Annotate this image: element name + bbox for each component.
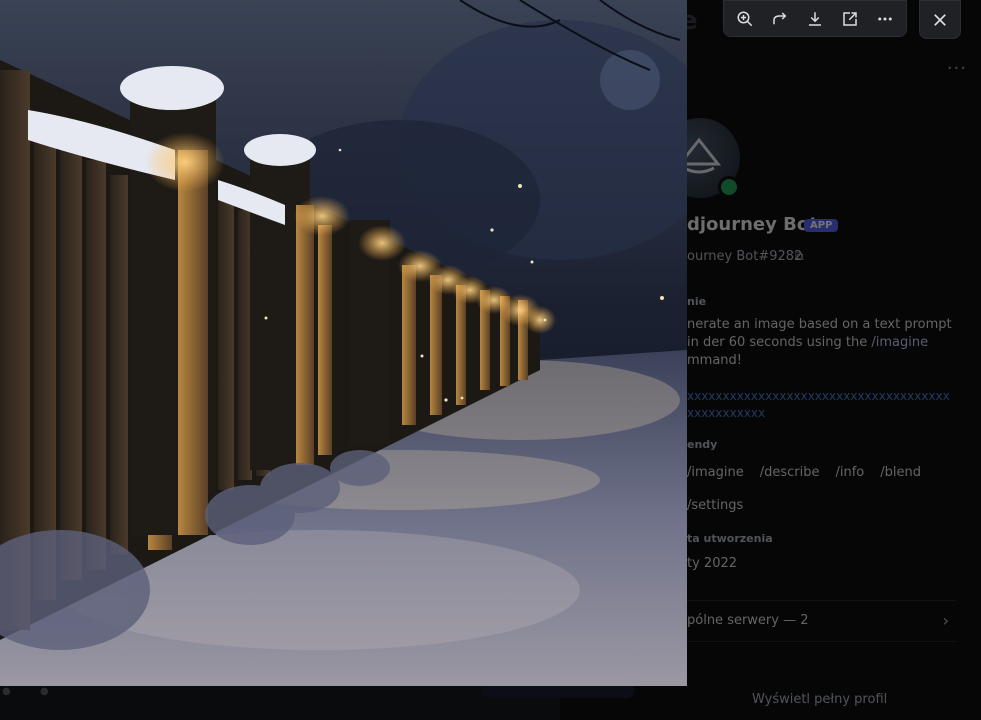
profile-more-icon: ··· xyxy=(946,58,967,79)
command-chip-imagine[interactable]: /imagine xyxy=(687,465,744,480)
profile-description: nerate an image based on a text prompt i… xyxy=(687,316,957,370)
add-icon: ● xyxy=(2,686,11,697)
mutual-servers-row[interactable]: pólne serwery — 2 › xyxy=(687,600,957,642)
image-toolbar xyxy=(723,0,907,37)
download-icon xyxy=(808,11,821,26)
app-badge: APP xyxy=(804,219,839,232)
profile-link[interactable]: xxxxxxxxxxxxxxxxxxxxxxxxxxxxxxxxxxxxx xx… xyxy=(687,388,957,422)
mutual-servers-label: pólne serwery — 2 xyxy=(687,613,809,628)
download-button[interactable] xyxy=(800,4,830,34)
gift-icon: ● xyxy=(40,686,49,697)
command-chip-info[interactable]: /info xyxy=(836,465,865,480)
share-forward-icon xyxy=(773,11,787,24)
message-input-edge xyxy=(482,684,634,698)
copy-icon[interactable]: ⧉ xyxy=(795,249,804,264)
open-in-browser-button[interactable] xyxy=(835,4,865,34)
zoom-in-button[interactable] xyxy=(730,4,760,34)
profile-username[interactable]: ourney Bot#9282 xyxy=(687,249,802,264)
created-date: ty 2022 xyxy=(687,556,738,571)
command-chip-blend[interactable]: /blend xyxy=(880,465,921,480)
view-full-profile-link[interactable]: Wyświetl pełny profil xyxy=(752,692,887,707)
more-options-button[interactable] xyxy=(870,4,900,34)
created-heading: ta utworzenia xyxy=(687,532,773,545)
close-icon xyxy=(934,13,946,26)
about-heading: nie xyxy=(687,295,707,308)
more-options-icon xyxy=(877,17,892,20)
forward-button[interactable] xyxy=(765,4,795,34)
description-command[interactable]: /imagine xyxy=(871,335,928,350)
open-in-browser-icon xyxy=(843,11,857,26)
close-button[interactable] xyxy=(919,0,961,39)
online-status-dot xyxy=(718,176,740,198)
description-text-2: mmand! xyxy=(687,353,742,368)
image-preview[interactable] xyxy=(0,0,687,686)
snowy-fence-photo xyxy=(0,0,687,686)
profile-display-name: djourney Bot xyxy=(687,214,818,235)
chevron-right-icon: › xyxy=(942,611,949,630)
command-list: /imagine /describe /info /blend xyxy=(687,465,921,480)
zoom-in-icon xyxy=(737,11,753,26)
command-chip-settings[interactable]: /settings xyxy=(687,498,743,513)
command-chip-describe[interactable]: /describe xyxy=(760,465,820,480)
commands-heading: endy xyxy=(687,438,718,451)
